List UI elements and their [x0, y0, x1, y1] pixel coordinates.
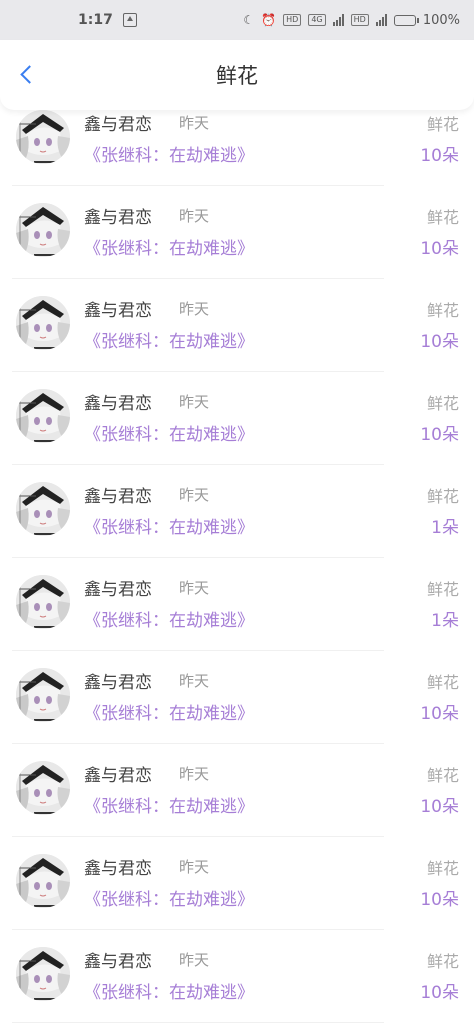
avatar[interactable]	[16, 110, 70, 164]
avatar-illustration	[16, 761, 70, 815]
gift-count: 10朵	[420, 797, 459, 817]
record-time: 昨天	[179, 765, 210, 783]
list-item[interactable]: 鑫与君恋 昨天 鲜花 《张继科：在劫难逃》 10朵	[0, 930, 474, 1023]
battery-icon	[393, 14, 419, 26]
gift-type: 鲜花	[426, 952, 459, 971]
gift-type: 鲜花	[426, 208, 459, 227]
sender-name: 鑫与君恋	[84, 487, 152, 507]
record-time: 昨天	[179, 672, 210, 690]
book-title: 《张继科：在劫难逃》	[84, 425, 254, 445]
book-title: 《张继科：在劫难逃》	[84, 332, 254, 352]
sender-name: 鑫与君恋	[84, 766, 152, 786]
list-item[interactable]: 鑫与君恋 昨天 鲜花 《张继科：在劫难逃》 10朵	[0, 279, 474, 372]
top-nav-bar: 鲜花	[0, 40, 474, 110]
list-item[interactable]: 鑫与君恋 昨天 鲜花 《张继科：在劫难逃》 1朵	[0, 465, 474, 558]
gift-count: 10朵	[420, 890, 459, 910]
battery-percent: 100%	[422, 12, 460, 28]
gift-type: 鲜花	[426, 673, 459, 692]
book-title: 《张继科：在劫难逃》	[84, 611, 254, 631]
avatar-illustration	[16, 947, 70, 1001]
record-time: 昨天	[179, 951, 210, 969]
gift-type: 鲜花	[426, 115, 459, 134]
avatar-illustration	[16, 482, 70, 536]
gift-type: 鲜花	[426, 394, 459, 413]
record-time: 昨天	[179, 300, 210, 318]
avatar-illustration	[16, 110, 70, 164]
avatar[interactable]	[16, 575, 70, 629]
gift-count: 10朵	[420, 239, 459, 259]
network-type: 4G	[308, 14, 326, 26]
book-title: 《张继科：在劫难逃》	[84, 797, 254, 817]
book-title: 《张继科：在劫难逃》	[84, 983, 254, 1003]
sender-name: 鑫与君恋	[84, 394, 152, 414]
gift-type: 鲜花	[426, 487, 459, 506]
gift-count: 1朵	[431, 518, 459, 538]
signal-icon	[332, 14, 344, 26]
avatar-illustration	[16, 389, 70, 443]
avatar[interactable]	[16, 854, 70, 908]
chevron-left-icon	[19, 64, 39, 84]
back-button[interactable]	[14, 62, 39, 86]
gift-type: 鲜花	[426, 580, 459, 599]
list-item[interactable]: 鑫与君恋 昨天 鲜花 《张继科：在劫难逃》 1朵	[0, 558, 474, 651]
avatar-illustration	[16, 296, 70, 350]
avatar-illustration	[16, 575, 70, 629]
gift-count: 1朵	[431, 611, 459, 631]
avatar[interactable]	[16, 296, 70, 350]
moon-icon: ☾	[243, 13, 255, 27]
list-item[interactable]: 鑫与君恋 昨天 鲜花 《张继科：在劫难逃》 10朵	[0, 651, 474, 744]
avatar[interactable]	[16, 947, 70, 1001]
record-time: 昨天	[179, 207, 210, 225]
status-time: 1:17	[78, 12, 113, 28]
upload-icon	[122, 13, 137, 27]
book-title: 《张继科：在劫难逃》	[84, 518, 254, 538]
record-time: 昨天	[179, 114, 210, 132]
avatar[interactable]	[16, 389, 70, 443]
avatar[interactable]	[16, 668, 70, 722]
sender-name: 鑫与君恋	[84, 859, 152, 879]
signal-icon-2	[375, 14, 387, 26]
record-time: 昨天	[179, 393, 210, 411]
gift-count: 10朵	[420, 146, 459, 166]
status-icons: ☾ ⏰ HD 4G HD 100%	[243, 13, 460, 28]
avatar[interactable]	[16, 203, 70, 257]
gift-count: 10朵	[420, 425, 459, 445]
record-time: 昨天	[179, 486, 210, 504]
avatar-illustration	[16, 203, 70, 257]
sender-name: 鑫与君恋	[84, 301, 152, 321]
book-title: 《张继科：在劫难逃》	[84, 239, 254, 259]
list-item[interactable]: 鑫与君恋 昨天 鲜花 《张继科：在劫难逃》 10朵	[0, 186, 474, 279]
avatar-illustration	[16, 854, 70, 908]
flower-record-list[interactable]: 鑫与君恋 昨天 鲜花 《张继科：在劫难逃》 10朵 鑫与君恋 昨天 鲜花 《张继…	[0, 110, 474, 1027]
hd-icon: HD	[283, 14, 302, 26]
sender-name: 鑫与君恋	[84, 580, 152, 600]
avatar[interactable]	[16, 761, 70, 815]
record-time: 昨天	[179, 579, 210, 597]
list-item[interactable]: 鑫与君恋 昨天 鲜花 《张继科：在劫难逃》 10朵	[0, 837, 474, 930]
gift-type: 鲜花	[426, 766, 459, 785]
hd-icon-2: HD	[350, 14, 369, 26]
list-item[interactable]: 鑫与君恋 昨天 鲜花 《张继科：在劫难逃》 10朵	[0, 372, 474, 465]
divider	[12, 1022, 384, 1023]
avatar[interactable]	[16, 482, 70, 536]
book-title: 《张继科：在劫难逃》	[84, 146, 254, 166]
gift-type: 鲜花	[426, 301, 459, 320]
gift-type: 鲜花	[426, 859, 459, 878]
book-title: 《张继科：在劫难逃》	[84, 890, 254, 910]
gift-count: 10朵	[420, 983, 459, 1003]
avatar-illustration	[16, 668, 70, 722]
book-title: 《张继科：在劫难逃》	[84, 704, 254, 724]
record-time: 昨天	[179, 858, 210, 876]
gift-count: 10朵	[420, 704, 459, 724]
sender-name: 鑫与君恋	[84, 208, 152, 228]
status-bar: 1:17 ☾ ⏰ HD 4G HD 100%	[0, 0, 474, 40]
alarm-icon: ⏰	[261, 13, 277, 27]
list-item[interactable]: 鑫与君恋 昨天 鲜花 《张继科：在劫难逃》 10朵	[0, 744, 474, 837]
sender-name: 鑫与君恋	[84, 952, 152, 972]
sender-name: 鑫与君恋	[84, 115, 152, 135]
sender-name: 鑫与君恋	[84, 673, 152, 693]
gift-count: 10朵	[420, 332, 459, 352]
page-title: 鲜花	[216, 64, 258, 88]
list-item[interactable]: 鑫与君恋 昨天 鲜花 《张继科：在劫难逃》 10朵	[0, 110, 474, 186]
